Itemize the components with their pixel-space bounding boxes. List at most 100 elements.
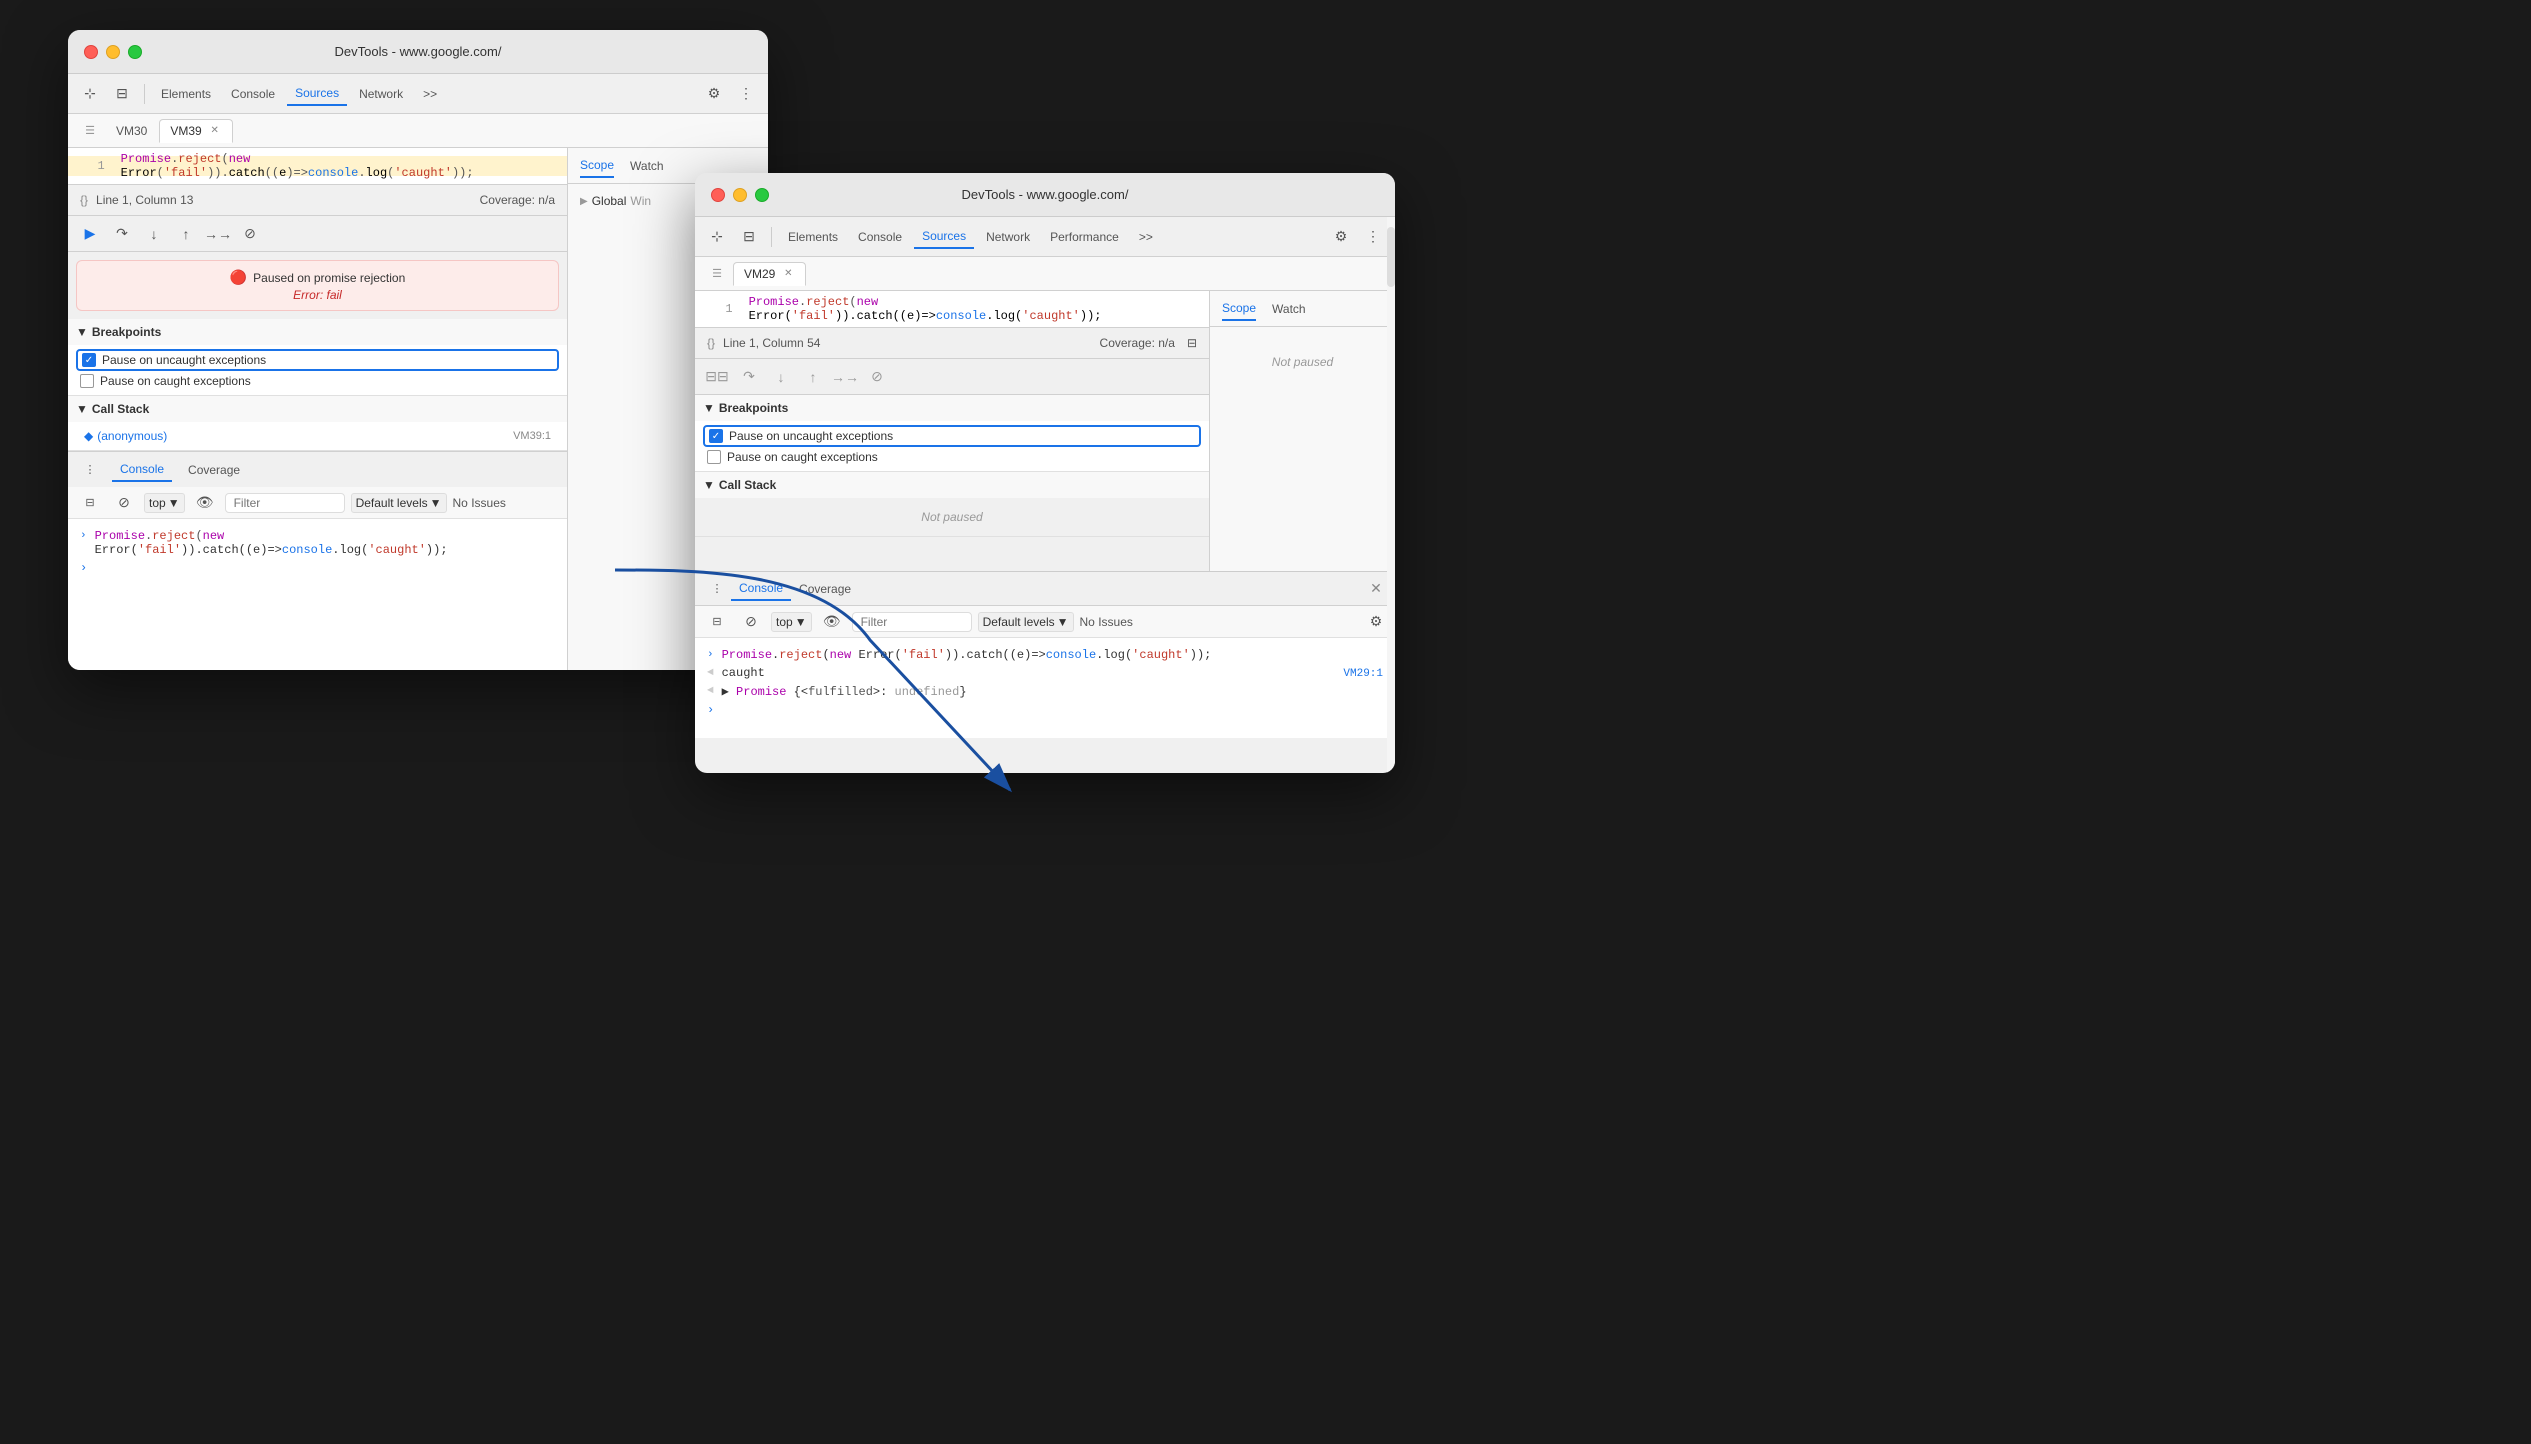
clear-icon-1[interactable]: ⊘ — [110, 489, 138, 517]
levels-dropdown-2[interactable]: Default levels ▼ — [978, 612, 1074, 632]
close-console-2[interactable]: ✕ — [1365, 578, 1387, 600]
coverage-tab-1[interactable]: Coverage — [180, 459, 248, 481]
console-header-2: ⋮ Console Coverage ✕ — [695, 572, 1395, 606]
clear-icon-2[interactable]: ⊘ — [737, 608, 765, 636]
breakpoint-uncaught-1[interactable]: ✓ Pause on uncaught exceptions — [76, 349, 559, 371]
pause-btn-2[interactable]: ⊟⊟ — [703, 363, 731, 391]
tab-elements-2[interactable]: Elements — [780, 226, 846, 248]
file-tab-vm30[interactable]: VM30 — [106, 120, 157, 142]
callstack-content-1: ◆ (anonymous) VM39:1 — [68, 422, 567, 450]
step-out-btn-1[interactable]: ↑ — [172, 220, 200, 248]
settings-icon-2[interactable]: ⚙ — [1327, 223, 1355, 251]
watch-tab-1[interactable]: Watch — [630, 155, 664, 177]
tab-network-1[interactable]: Network — [351, 83, 411, 105]
scrollbar-2[interactable] — [1387, 217, 1395, 773]
close-button-1[interactable] — [84, 45, 98, 59]
console-more-2[interactable]: ⋮ — [703, 575, 731, 603]
breakpoints-content-2: ✓ Pause on uncaught exceptions Pause on … — [695, 421, 1209, 471]
top-dropdown-2[interactable]: top ▼ — [771, 612, 812, 632]
step-btn-1[interactable]: →→ — [204, 220, 232, 248]
eye-icon-1[interactable]: 👁 — [191, 489, 219, 517]
tab-sources-1[interactable]: Sources — [287, 82, 347, 106]
breakpoint-caught-1[interactable]: Pause on caught exceptions — [76, 371, 559, 391]
settings-icon-1[interactable]: ⚙ — [700, 80, 728, 108]
deactivate-btn-2[interactable]: ⊘ — [863, 363, 891, 391]
tab-sources-2[interactable]: Sources — [914, 225, 974, 249]
step-btn-2[interactable]: →→ — [831, 363, 859, 391]
device-icon-1[interactable]: ⊟ — [108, 80, 136, 108]
callstack-label-1: Call Stack — [92, 402, 149, 416]
console-filter-2[interactable] — [852, 612, 972, 632]
step-into-btn-1[interactable]: ↓ — [140, 220, 168, 248]
close-icon-2[interactable]: ✕ — [1365, 578, 1387, 600]
tab-performance-2[interactable]: Performance — [1042, 226, 1127, 248]
checkbox-uncaught-2[interactable]: ✓ — [709, 429, 723, 443]
breakpoints-header-2[interactable]: ▼ Breakpoints — [695, 395, 1209, 421]
tab-console-2[interactable]: Console — [850, 226, 910, 248]
console-line-2-3: ◄ ▶ Promise {<fulfilled>: undefined} — [707, 682, 1383, 701]
devtools-toolbar-2: ⊹ ⊟ Elements Console Sources Network Per… — [695, 217, 1395, 257]
levels-dropdown-1[interactable]: Default levels ▼ — [351, 493, 447, 513]
console-gear-2[interactable]: ⚙ — [1365, 611, 1387, 633]
minimize-button-2[interactable] — [733, 188, 747, 202]
callstack-header-2[interactable]: ▼ Call Stack — [695, 472, 1209, 498]
inspect-icon-1[interactable]: ⊹ — [76, 80, 104, 108]
tab-more-2[interactable]: >> — [1131, 226, 1161, 248]
console-panel-2[interactable]: ⊟ — [703, 608, 731, 636]
step-out-btn-2[interactable]: ↑ — [799, 363, 827, 391]
close-button-2[interactable] — [711, 188, 725, 202]
console-panel-icon-1[interactable]: ⊟ — [76, 489, 104, 517]
format-icon-1[interactable]: {} — [80, 193, 88, 207]
file-tab-vm39[interactable]: VM39 ✕ — [159, 119, 232, 143]
checkbox-caught-2[interactable] — [707, 450, 721, 464]
sidebar-toggle-2[interactable]: ☰ — [703, 260, 731, 288]
code-line-1: 1 Promise.reject(new Error('fail')).catc… — [68, 156, 567, 176]
device-icon-2[interactable]: ⊟ — [735, 223, 763, 251]
callstack-header-1[interactable]: ▼ Call Stack — [68, 396, 567, 422]
scope-tab-1[interactable]: Scope — [580, 154, 614, 178]
console-output-2: › Promise.reject(new Error('fail')).catc… — [695, 638, 1395, 738]
file-tab-vm29-close[interactable]: ✕ — [781, 267, 795, 281]
console-tab-2[interactable]: Console — [731, 577, 791, 601]
step-over-btn-1[interactable]: ↷ — [108, 220, 136, 248]
vm29-link[interactable]: VM29:1 — [1343, 668, 1383, 680]
step-over-btn-2[interactable]: ↓ — [767, 363, 795, 391]
scope-tab-2[interactable]: Scope — [1222, 297, 1256, 321]
scroll-thumb-2[interactable] — [1387, 227, 1395, 287]
minimize-button-1[interactable] — [106, 45, 120, 59]
tab-console-1[interactable]: Console — [223, 83, 283, 105]
watch-tab-2[interactable]: Watch — [1272, 298, 1306, 320]
file-tab-vm29-label: VM29 — [744, 267, 775, 281]
tab-elements-1[interactable]: Elements — [153, 83, 219, 105]
top-dropdown-1[interactable]: top ▼ — [144, 493, 185, 513]
format-icon-2[interactable]: {} — [707, 336, 715, 350]
tab-more-1[interactable]: >> — [415, 83, 445, 105]
deactivate-btn-1[interactable]: ⊘ — [236, 220, 264, 248]
file-tab-vm29[interactable]: VM29 ✕ — [733, 262, 806, 286]
paused-banner-1: 🔴 Paused on promise rejection Error: fai… — [76, 260, 559, 311]
maximize-button-1[interactable] — [128, 45, 142, 59]
maximize-button-2[interactable] — [755, 188, 769, 202]
resume-btn-1[interactable]: ▶ — [76, 220, 104, 248]
inspect-icon-2[interactable]: ⊹ — [703, 223, 731, 251]
eye-icon-2[interactable]: 👁 — [818, 608, 846, 636]
coverage-tab-2[interactable]: Coverage — [791, 578, 859, 600]
checkbox-uncaught-1[interactable]: ✓ — [82, 353, 96, 367]
breakpoint-uncaught-2[interactable]: ✓ Pause on uncaught exceptions — [703, 425, 1201, 447]
console-tab-1[interactable]: Console — [112, 458, 172, 482]
more-icon-2[interactable]: ⋮ — [1359, 223, 1387, 251]
coverage-icon-2[interactable]: ⊟ — [1187, 336, 1197, 350]
resume-btn-2[interactable]: ↷ — [735, 363, 763, 391]
more-icon-1[interactable]: ⋮ — [732, 80, 760, 108]
console-filter-1[interactable] — [225, 493, 345, 513]
sidebar-toggle-1[interactable]: ☰ — [76, 117, 104, 145]
file-tab-vm39-close[interactable]: ✕ — [208, 124, 222, 138]
breakpoints-header-1[interactable]: ▼ Breakpoints — [68, 319, 567, 345]
console-location-2[interactable]: VM29:1 — [1343, 666, 1383, 680]
status-bar-1: {} Line 1, Column 13 Coverage: n/a — [68, 184, 567, 216]
console-sidebar-1[interactable]: ⋮ — [76, 456, 104, 484]
breakpoint-caught-2[interactable]: Pause on caught exceptions — [703, 447, 1201, 467]
tab-network-2[interactable]: Network — [978, 226, 1038, 248]
checkbox-caught-1[interactable] — [80, 374, 94, 388]
console-caught-2: caught — [722, 666, 765, 680]
